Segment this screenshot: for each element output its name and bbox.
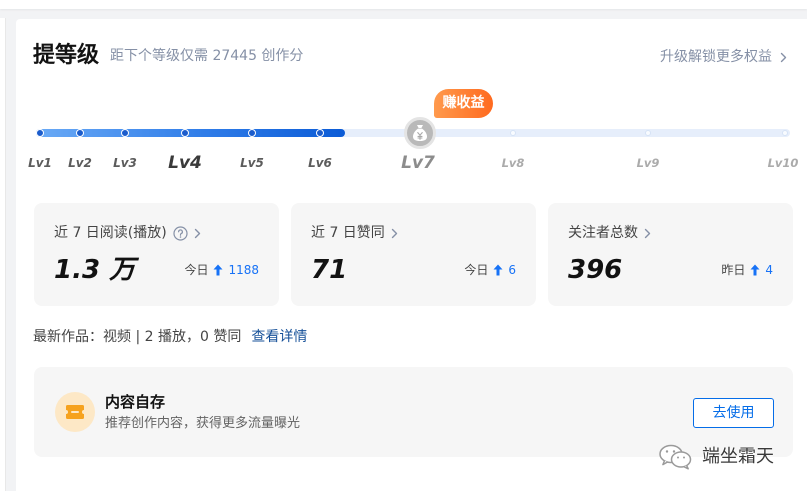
stat-value: 71 [311, 255, 348, 285]
watermark: 端坐霜天 [658, 444, 774, 470]
chevron-right-icon [780, 52, 787, 63]
stat-label: 关注者总数 [568, 225, 638, 241]
stat-label-link[interactable]: 近 7 日赞同 [311, 224, 398, 242]
stat-delta: 今日 1188 [184, 262, 259, 278]
stat-card-upvotes[interactable]: 近 7 日赞同 71 今日 6 [291, 203, 536, 306]
arrow-up-icon [750, 264, 760, 276]
level-dot [36, 129, 44, 137]
upgrade-benefits-label: 升级解锁更多权益 [660, 49, 772, 65]
stat-delta: 今日 6 [464, 262, 516, 278]
latest-work-row: 最新作品：视频 | 2 播放，0 赞同 查看详情 [33, 328, 307, 346]
level-label-lv5: Lv5 [240, 156, 264, 170]
level-dot [645, 130, 651, 136]
level-label-lv8: Lv8 [501, 156, 525, 170]
level-dot [316, 129, 324, 137]
level-label-lv4: Lv4 [168, 153, 202, 173]
money-bag-icon[interactable] [404, 117, 436, 149]
stat-card-followers[interactable]: 关注者总数 396 昨日 4 [548, 203, 793, 306]
chevron-right-icon [644, 228, 651, 239]
stat-label: 近 7 日阅读(播放) [54, 225, 167, 241]
level-dot [510, 130, 516, 136]
reward-badge[interactable]: 赚收益 [434, 89, 493, 118]
level-label-lv1: Lv1 [28, 156, 52, 170]
level-label-lv10: Lv10 [767, 156, 799, 170]
chevron-right-icon [194, 228, 201, 239]
wechat-icon [658, 444, 694, 470]
arrow-up-icon [213, 264, 223, 276]
stat-delta: 昨日 4 [721, 262, 773, 278]
arrow-up-icon [493, 264, 503, 276]
stat-delta-value: 6 [508, 263, 516, 277]
use-now-button[interactable]: 去使用 [693, 398, 774, 428]
promo-title: 内容自存 [105, 393, 166, 411]
stat-value: 1.3 万 [54, 255, 136, 285]
upgrade-benefits-link[interactable]: 升级解锁更多权益 [660, 48, 787, 66]
stat-label-link[interactable]: 近 7 日阅读(播放) [54, 224, 201, 242]
view-details-link[interactable]: 查看详情 [251, 329, 307, 345]
stat-delta-value: 1188 [228, 263, 259, 277]
level-label-lv7: Lv7 [401, 153, 435, 173]
stat-value: 396 [568, 255, 623, 285]
level-label-lv6: Lv6 [308, 156, 332, 170]
level-label-lv9: Lv9 [636, 156, 660, 170]
watermark-text: 端坐霜天 [702, 446, 774, 467]
question-circle-icon[interactable] [173, 225, 188, 241]
level-dot [76, 129, 84, 137]
left-panel-edge [0, 18, 6, 491]
points-needed-text: 距下个等级仅需 27445 创作分 [110, 48, 304, 64]
level-dot [181, 129, 189, 137]
level-label-lv2: Lv2 [68, 156, 92, 170]
level-up-card: 提等级 距下个等级仅需 27445 创作分 升级解锁更多权益 赚收益 Lv1 L… [16, 19, 807, 491]
level-dot [782, 130, 788, 136]
chevron-right-icon [391, 228, 398, 239]
top-panel-edge [0, 0, 807, 9]
level-dot [248, 129, 256, 137]
stat-label-link[interactable]: 关注者总数 [568, 224, 651, 242]
stat-card-reads[interactable]: 近 7 日阅读(播放) 1.3 万 今日 1188 [34, 203, 279, 306]
ticket-icon [55, 392, 95, 432]
stat-delta-label: 昨日 [721, 263, 746, 277]
level-label-lv3: Lv3 [113, 156, 137, 170]
stat-delta-value: 4 [765, 263, 773, 277]
promo-description: 推荐创作内容，获得更多流量曝光 [105, 416, 301, 431]
latest-work-text: 最新作品：视频 | 2 播放，0 赞同 [33, 329, 242, 345]
stat-label: 近 7 日赞同 [311, 225, 385, 241]
level-dot [121, 129, 129, 137]
stat-delta-label: 今日 [184, 263, 209, 277]
stat-delta-label: 今日 [464, 263, 489, 277]
card-title: 提等级 [33, 43, 100, 68]
